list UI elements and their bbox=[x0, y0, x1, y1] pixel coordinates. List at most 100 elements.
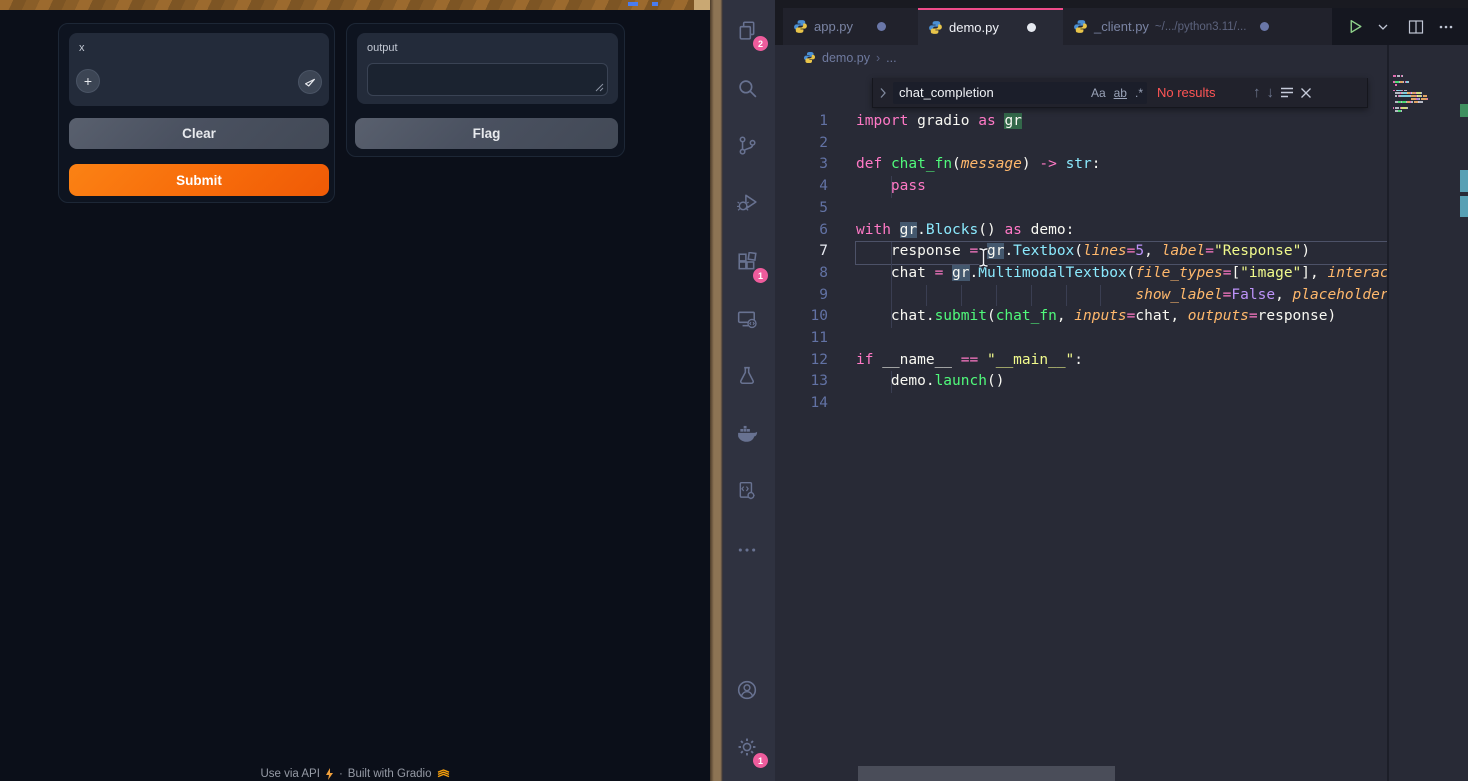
line-text: pass bbox=[856, 176, 926, 198]
minimap-line-segment bbox=[1401, 95, 1410, 97]
regex-toggle[interactable]: .* bbox=[1131, 86, 1147, 100]
line-text: chat = gr.MultimodalTextbox(file_types=[… bbox=[856, 263, 1387, 285]
activity-item-run-debug[interactable] bbox=[736, 192, 762, 218]
python-icon bbox=[928, 20, 943, 35]
code-line[interactable]: 6with gr.Blocks() as demo: bbox=[775, 220, 1387, 242]
find-previous-button[interactable]: ↑ bbox=[1253, 84, 1261, 101]
attach-file-button[interactable]: + bbox=[76, 69, 100, 93]
modified-dot[interactable] bbox=[877, 22, 886, 31]
ruler-occurrence-mark bbox=[1460, 196, 1468, 217]
clear-label: Clear bbox=[182, 126, 216, 141]
activity-item-explorer[interactable]: 2 bbox=[736, 20, 762, 46]
line-number[interactable]: 1 bbox=[775, 111, 828, 133]
modified-dot[interactable] bbox=[1260, 22, 1269, 31]
flag-label: Flag bbox=[473, 126, 501, 141]
find-in-selection-button[interactable] bbox=[1280, 87, 1294, 98]
breadcrumb: demo.py › ... bbox=[775, 45, 1468, 70]
modified-dot[interactable] bbox=[1027, 23, 1036, 32]
activity-item-search[interactable] bbox=[736, 78, 762, 104]
tab-client-py[interactable]: _client.py ~/.../python3.11/... bbox=[1063, 8, 1332, 45]
code-line[interactable]: 3def chat_fn(message) -> str: bbox=[775, 154, 1387, 176]
code-line[interactable]: 9 show_label=False, placeholder= bbox=[775, 285, 1387, 307]
minimap-line-segment bbox=[1427, 98, 1428, 100]
line-number[interactable]: 8 bbox=[775, 263, 828, 285]
line-number[interactable]: 13 bbox=[775, 371, 828, 393]
code-line[interactable]: 4 pass bbox=[775, 176, 1387, 198]
line-number[interactable]: 9 bbox=[775, 285, 828, 307]
tab-label: _client.py bbox=[1094, 19, 1149, 34]
code-line[interactable]: 12if __name__ == "__main__": bbox=[775, 350, 1387, 372]
code-line[interactable]: 13 demo.launch() bbox=[775, 371, 1387, 393]
more-actions-button[interactable] bbox=[1438, 19, 1454, 35]
activity-item-settings[interactable]: 1 bbox=[736, 737, 762, 763]
tab-demo-py[interactable]: demo.py bbox=[918, 8, 1063, 45]
code-line[interactable]: 14 bbox=[775, 393, 1387, 415]
activity-item-docker[interactable] bbox=[736, 424, 762, 450]
whole-word-toggle[interactable]: ab bbox=[1110, 86, 1131, 100]
activity-item-accounts[interactable] bbox=[736, 680, 762, 706]
python-icon bbox=[1073, 19, 1088, 34]
clear-button[interactable]: Clear bbox=[69, 118, 329, 149]
resize-handle-icon[interactable] bbox=[595, 83, 604, 92]
multimodal-textbox[interactable]: x + bbox=[69, 33, 329, 106]
code-line[interactable]: 5 bbox=[775, 198, 1387, 220]
match-case-toggle[interactable]: Aa bbox=[1087, 86, 1110, 100]
line-text: demo.launch() bbox=[856, 371, 1004, 393]
breadcrumb-symbol[interactable]: ... bbox=[886, 51, 896, 65]
minimap[interactable] bbox=[1393, 72, 1457, 781]
code-line[interactable]: 2 bbox=[775, 133, 1387, 155]
line-number[interactable]: 7 bbox=[775, 241, 828, 263]
tab-app-py[interactable]: app.py bbox=[783, 8, 918, 45]
close-find-button[interactable] bbox=[1300, 87, 1312, 99]
project-config-icon bbox=[736, 481, 758, 501]
activity-badge: 1 bbox=[753, 268, 768, 283]
line-number[interactable]: 10 bbox=[775, 306, 828, 328]
line-number[interactable]: 11 bbox=[775, 328, 828, 350]
footer-separator: · bbox=[339, 768, 343, 780]
line-number[interactable]: 6 bbox=[775, 220, 828, 242]
line-number[interactable]: 12 bbox=[775, 350, 828, 372]
minimap-line-segment bbox=[1402, 75, 1403, 77]
code-line[interactable]: 10 chat.submit(chat_fn, inputs=chat, out… bbox=[775, 306, 1387, 328]
window-divider[interactable] bbox=[710, 0, 723, 781]
code-line[interactable]: 11 bbox=[775, 328, 1387, 350]
minimap-line-segment bbox=[1395, 92, 1399, 94]
line-number[interactable]: 14 bbox=[775, 393, 828, 415]
submit-button[interactable]: Submit bbox=[69, 164, 329, 196]
code-line[interactable]: 7 response = gr.Textbox(lines=5, label="… bbox=[775, 241, 1387, 263]
activity-item-testing[interactable] bbox=[736, 366, 762, 392]
line-number[interactable]: 2 bbox=[775, 133, 828, 155]
toggle-replace-chevron-icon[interactable] bbox=[879, 87, 887, 99]
activity-item-more[interactable] bbox=[736, 540, 762, 566]
split-editor-button[interactable] bbox=[1408, 19, 1424, 35]
run-button[interactable] bbox=[1347, 18, 1364, 35]
find-results-text: No results bbox=[1157, 85, 1247, 100]
minimap-line-segment bbox=[1393, 75, 1396, 77]
breadcrumb-file[interactable]: demo.py bbox=[822, 51, 870, 65]
run-dropdown-chevron-icon[interactable] bbox=[1378, 23, 1388, 31]
find-input-wrap: Aa ab .* bbox=[893, 82, 1147, 104]
activity-item-project-config[interactable] bbox=[736, 481, 762, 507]
find-input[interactable] bbox=[893, 85, 1087, 100]
line-number[interactable]: 4 bbox=[775, 176, 828, 198]
line-number[interactable]: 3 bbox=[775, 154, 828, 176]
line-number[interactable]: 5 bbox=[775, 198, 828, 220]
window-top-stripe bbox=[0, 0, 710, 10]
search-icon bbox=[736, 78, 758, 98]
find-widget: Aa ab .* No results ↑ ↓ bbox=[872, 78, 1368, 108]
output-textarea[interactable] bbox=[367, 63, 608, 96]
activity-item-source-control[interactable] bbox=[736, 135, 762, 161]
code-line[interactable]: 1import gradio as gr bbox=[775, 111, 1387, 133]
minimap-line-segment bbox=[1421, 92, 1422, 94]
flag-button[interactable]: Flag bbox=[355, 118, 618, 149]
code-area[interactable]: 1import gradio as gr23def chat_fn(messag… bbox=[775, 70, 1387, 781]
find-next-button[interactable]: ↓ bbox=[1267, 84, 1275, 101]
use-via-api-link[interactable]: Use via API bbox=[260, 768, 319, 780]
horizontal-scrollbar[interactable] bbox=[858, 766, 1115, 781]
activity-item-extensions[interactable]: 1 bbox=[736, 252, 762, 278]
activity-item-remote-explorer[interactable] bbox=[736, 309, 762, 335]
built-with-gradio-link[interactable]: Built with Gradio bbox=[348, 768, 432, 780]
send-button[interactable] bbox=[298, 70, 322, 94]
code-line[interactable]: 8 chat = gr.MultimodalTextbox(file_types… bbox=[775, 263, 1387, 285]
minimap-line-segment bbox=[1401, 110, 1402, 112]
